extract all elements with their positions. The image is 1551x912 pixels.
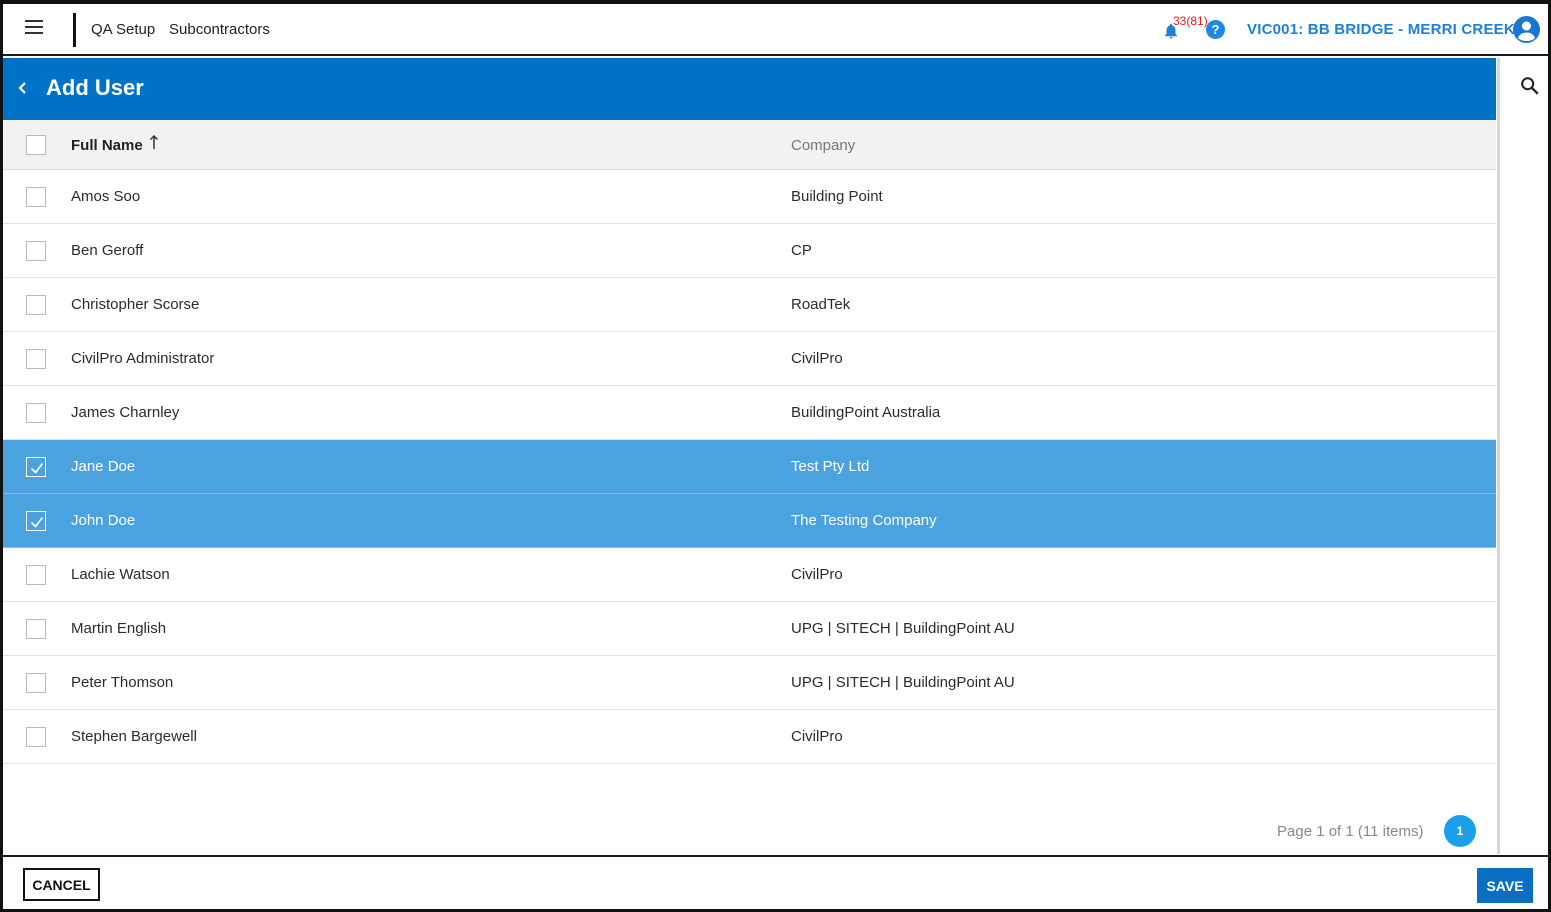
cell-company: CivilPro bbox=[791, 350, 843, 367]
project-selector[interactable]: VIC001: BB BRIDGE - MERRI CREEK bbox=[1247, 21, 1515, 38]
cell-company: Building Point bbox=[791, 188, 883, 205]
row-checkbox[interactable] bbox=[26, 565, 46, 585]
row-checkbox[interactable] bbox=[26, 241, 46, 261]
cell-full-name: Lachie Watson bbox=[71, 566, 170, 583]
search-icon[interactable] bbox=[1519, 75, 1541, 97]
sort-ascending-icon bbox=[149, 134, 159, 149]
hamburger-menu-icon[interactable] bbox=[25, 20, 43, 36]
column-header-full-name[interactable]: Full Name bbox=[71, 137, 143, 154]
cell-full-name: Amos Soo bbox=[71, 188, 141, 205]
help-icon[interactable]: ? bbox=[1206, 20, 1225, 39]
row-checkbox[interactable] bbox=[26, 727, 46, 747]
row-checkbox[interactable] bbox=[26, 349, 46, 369]
cell-company: CivilPro bbox=[791, 566, 843, 583]
cell-company: UPG | SITECH | BuildingPoint AU bbox=[791, 620, 1015, 637]
breadcrumb-subcontractors[interactable]: Subcontractors bbox=[169, 21, 270, 38]
table-row[interactable]: CivilPro Administrator CivilPro bbox=[3, 332, 1496, 386]
row-checkbox[interactable] bbox=[26, 187, 46, 207]
user-avatar-icon[interactable] bbox=[1513, 16, 1540, 43]
table-row[interactable]: Lachie Watson CivilPro bbox=[3, 548, 1496, 602]
save-button[interactable]: SAVE bbox=[1477, 868, 1533, 903]
page-header: Add User bbox=[3, 58, 1496, 120]
cell-full-name: Christopher Scorse bbox=[71, 296, 200, 313]
cell-full-name: John Doe bbox=[71, 512, 136, 529]
table-row[interactable]: James Charnley BuildingPoint Australia bbox=[3, 386, 1496, 440]
table-row[interactable]: Jane Doe Test Pty Ltd bbox=[3, 440, 1496, 494]
cell-full-name: CivilPro Administrator bbox=[71, 350, 215, 367]
users-grid: Full Name Company Amos Soo Building Point… bbox=[3, 120, 1496, 764]
cell-full-name: Peter Thomson bbox=[71, 674, 174, 691]
cancel-button[interactable]: CANCEL bbox=[23, 868, 100, 901]
cell-company: CP bbox=[791, 242, 812, 259]
top-bar: QA Setup Subcontractors 33(81) ? VIC001:… bbox=[3, 4, 1548, 56]
table-row[interactable]: John Doe The Testing Company bbox=[3, 494, 1496, 548]
page-1-button[interactable]: 1 bbox=[1444, 815, 1476, 847]
row-checkbox[interactable] bbox=[26, 511, 46, 531]
notification-count-badge: 33(81) bbox=[1173, 14, 1208, 28]
cell-company: Test Pty Ltd bbox=[791, 458, 870, 475]
table-row[interactable]: Peter Thomson UPG | SITECH | BuildingPoin… bbox=[3, 656, 1496, 710]
row-checkbox[interactable] bbox=[26, 457, 46, 477]
row-checkbox[interactable] bbox=[26, 673, 46, 693]
cell-full-name: Ben Geroff bbox=[71, 242, 144, 259]
dialog-footer: CANCEL SAVE bbox=[3, 855, 1548, 909]
topbar-divider bbox=[73, 13, 76, 47]
cell-company: BuildingPoint Australia bbox=[791, 404, 941, 421]
row-checkbox[interactable] bbox=[26, 295, 46, 315]
table-row[interactable]: Stephen Bargewell CivilPro bbox=[3, 710, 1496, 764]
breadcrumb-qa-setup[interactable]: QA Setup bbox=[91, 21, 155, 38]
row-checkbox[interactable] bbox=[26, 403, 46, 423]
column-header-company[interactable]: Company bbox=[791, 137, 855, 154]
table-row[interactable]: Martin English UPG | SITECH | BuildingPoi… bbox=[3, 602, 1496, 656]
cell-full-name: Martin English bbox=[71, 620, 167, 637]
checkmark-icon bbox=[30, 463, 44, 474]
right-toolbar bbox=[1497, 58, 1548, 854]
table-row[interactable]: Christopher Scorse RoadTek bbox=[3, 278, 1496, 332]
cell-company: CivilPro bbox=[791, 728, 843, 745]
cell-company: UPG | SITECH | BuildingPoint AU bbox=[791, 674, 1015, 691]
table-row[interactable]: Amos Soo Building Point bbox=[3, 170, 1496, 224]
checkmark-icon bbox=[30, 517, 44, 528]
page-title: Add User bbox=[46, 75, 144, 100]
table-row[interactable]: Ben Geroff CP bbox=[3, 224, 1496, 278]
cell-company: RoadTek bbox=[791, 296, 851, 313]
cell-full-name: Stephen Bargewell bbox=[71, 728, 197, 745]
cell-full-name: Jane Doe bbox=[71, 458, 136, 475]
cell-full-name: James Charnley bbox=[71, 404, 180, 421]
back-chevron-icon[interactable] bbox=[15, 78, 31, 98]
grid-header: Full Name Company bbox=[3, 120, 1496, 170]
select-all-checkbox[interactable] bbox=[26, 135, 46, 155]
cell-company: The Testing Company bbox=[791, 512, 937, 529]
row-checkbox[interactable] bbox=[26, 619, 46, 639]
pager-info: Page 1 of 1 (11 items) bbox=[1277, 823, 1424, 840]
